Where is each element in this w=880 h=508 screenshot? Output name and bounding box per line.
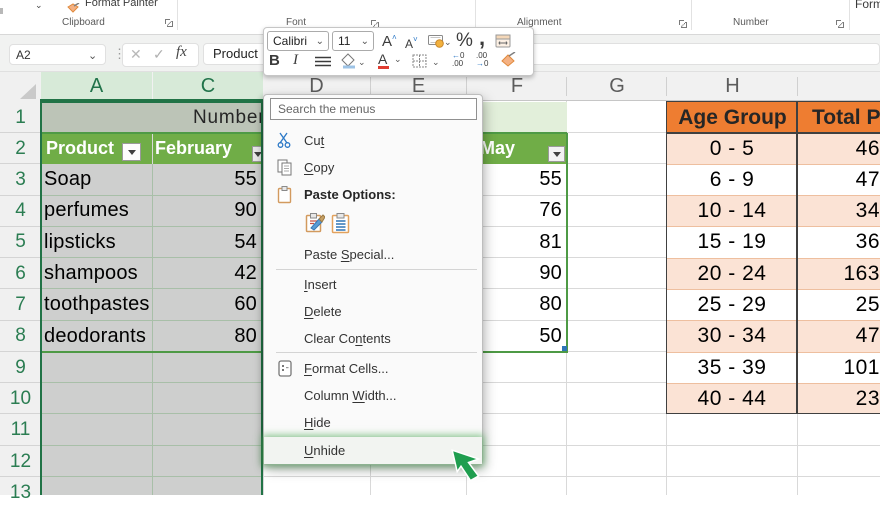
svg-text:⌄: ⌄ (358, 57, 366, 67)
svg-text:⌄: ⌄ (432, 57, 440, 67)
svg-text:⌄: ⌄ (444, 37, 450, 47)
